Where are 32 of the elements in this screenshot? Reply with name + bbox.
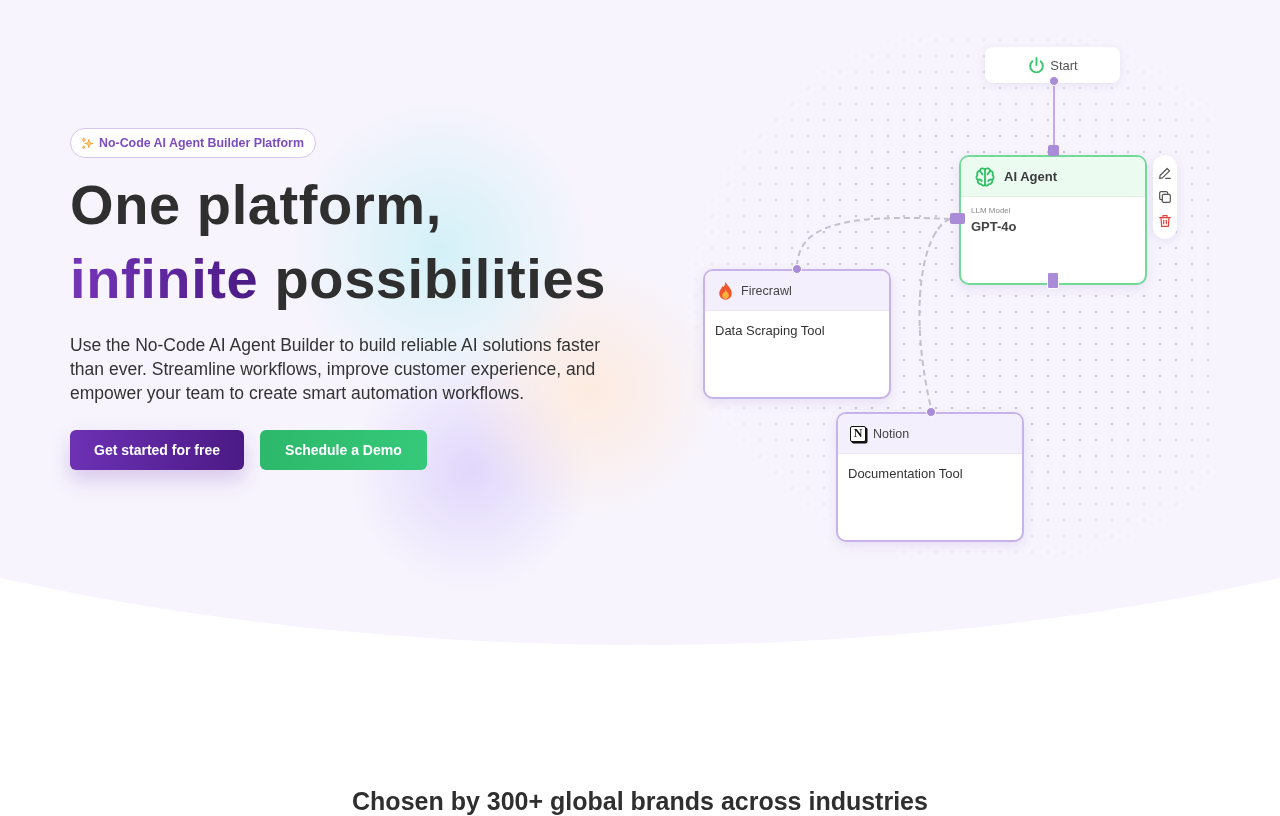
node-title: Firecrawl	[741, 283, 792, 298]
handle-dot-icon[interactable]	[926, 407, 936, 417]
tool-node[interactable]: Firecrawl Data Scraping Tool	[703, 269, 891, 399]
sparkle-icon	[81, 136, 94, 150]
handle-dot-icon[interactable]	[792, 264, 802, 274]
copy-icon[interactable]	[1157, 189, 1173, 205]
cta-button[interactable]: Get started for free	[70, 430, 245, 470]
model-label: LLM Model	[971, 206, 1012, 215]
hero-heading: One platform, infinite possibilities	[70, 172, 606, 312]
letter-tile-icon: N	[850, 425, 866, 442]
agent-node[interactable]: AI Agent LLM Model GPT-4o	[959, 155, 1147, 285]
power-icon	[1027, 55, 1047, 75]
handle-dot-icon[interactable]	[1049, 76, 1059, 86]
node-description: Documentation Tool	[848, 466, 963, 481]
handle-tab-icon[interactable]	[950, 213, 965, 224]
brain-icon	[973, 164, 997, 189]
model-value: GPT-4o	[971, 219, 1018, 234]
flame-icon	[717, 280, 734, 301]
hero-description: Use the No-Code AI Agent Builder to build reliable AI solutions faster than ever. Streamline workflows, improve customer experience, and empower your team to create smart automation workflows.	[70, 334, 602, 405]
handle-tab-icon[interactable]	[1047, 272, 1059, 289]
node-title: AI Agent	[1004, 169, 1057, 184]
start-node[interactable]: Start	[985, 47, 1120, 83]
node-title: Start	[1050, 57, 1078, 73]
badge-text: No-Code AI Agent Builder Platform	[99, 136, 304, 150]
connector-line	[1053, 84, 1055, 146]
handle-tab-icon[interactable]	[1048, 145, 1059, 156]
pencil-icon[interactable]	[1157, 165, 1173, 181]
node-description: Data Scraping Tool	[715, 323, 825, 338]
node-title: Notion	[873, 426, 910, 441]
tool-node[interactable]: N Notion Documentation Tool	[836, 412, 1024, 542]
trash-icon[interactable]	[1157, 213, 1173, 229]
section-heading: Chosen by 300+ global brands across industries	[351, 786, 929, 816]
